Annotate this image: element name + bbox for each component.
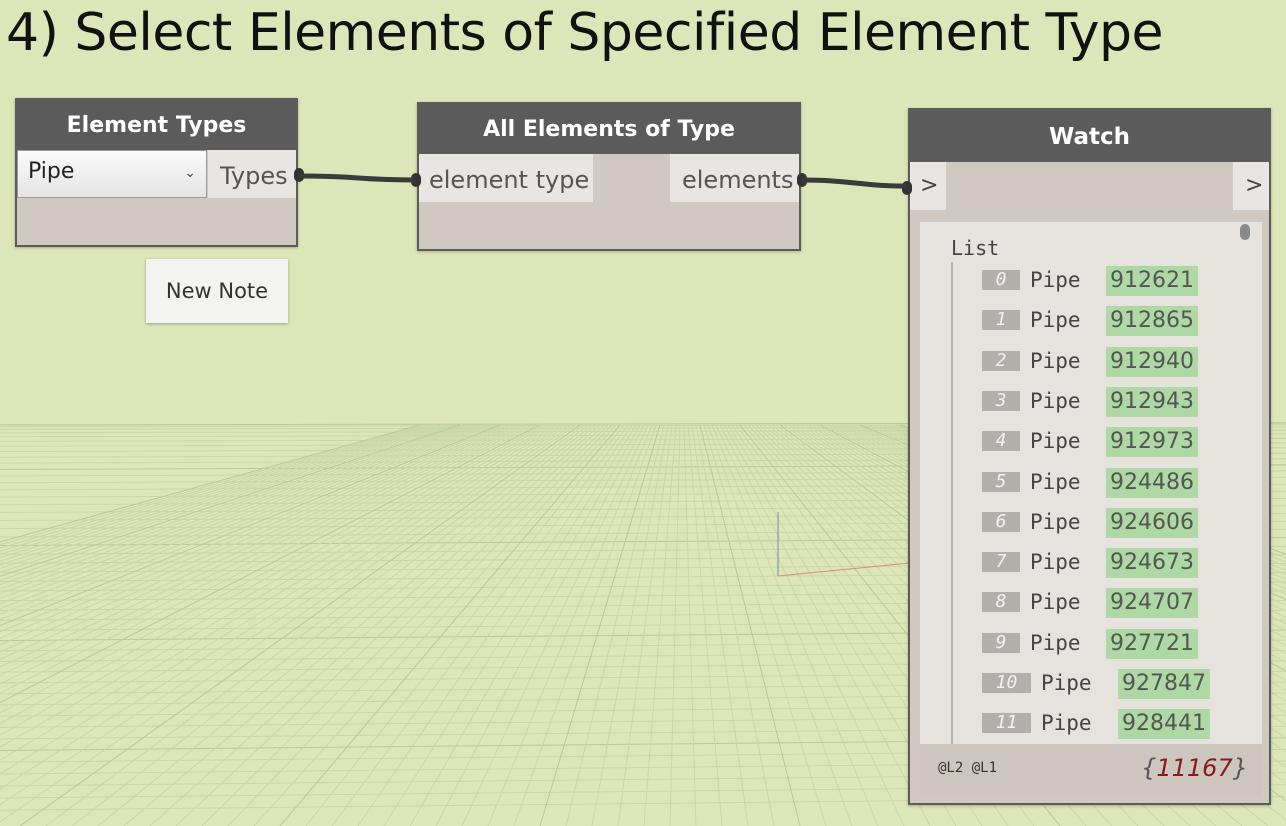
watch-node-header[interactable]: Watch: [910, 110, 1269, 162]
chevron-down-icon: ⌄: [184, 165, 196, 181]
watch-node[interactable]: Watch > > List 0 Pipe 912621 1 Pipe 912865 2 Pi…: [902, 108, 1271, 805]
elements-output-connector[interactable]: [797, 173, 807, 187]
list-item-index: 3: [982, 390, 1020, 411]
element-type-dropdown[interactable]: Pipe ⌄: [17, 150, 207, 198]
list-item-element-id[interactable]: 924673: [1106, 548, 1198, 579]
list-item-index: 1: [982, 310, 1020, 331]
list-item[interactable]: 6 Pipe 924606: [982, 507, 1242, 538]
list-item-type: Pipe: [1030, 590, 1081, 615]
list-item-index: 5: [982, 471, 1020, 492]
all-elements-node-header[interactable]: All Elements of Type: [419, 104, 799, 154]
list-item[interactable]: 2 Pipe 912940: [982, 346, 1242, 377]
list-tree-line: [951, 262, 953, 744]
list-item-index: 9: [982, 632, 1020, 653]
list-item-element-id[interactable]: 928441: [1118, 709, 1210, 740]
list-item-type: Pipe: [1041, 711, 1092, 736]
list-levels-label[interactable]: @L2 @L1: [938, 760, 997, 776]
list-item-element-id[interactable]: 927847: [1118, 669, 1210, 699]
count-value: 11167: [1156, 754, 1233, 782]
list-item[interactable]: 3 Pipe 912943: [982, 386, 1242, 417]
all-elements-of-type-node[interactable]: All Elements of Type element type elemen…: [411, 102, 807, 251]
list-item-index: 7: [982, 552, 1020, 573]
element-types-node[interactable]: Element Types Pipe ⌄ Types: [15, 98, 304, 247]
list-item[interactable]: 4 Pipe 912973: [982, 427, 1242, 458]
list-item-element-id[interactable]: 927721: [1106, 628, 1198, 659]
list-item-element-id[interactable]: 912943: [1106, 386, 1198, 417]
element-type-input-port[interactable]: element type: [419, 154, 593, 202]
list-item-type: Pipe: [1030, 509, 1081, 534]
list-item-type: Pipe: [1030, 429, 1081, 454]
types-output-port[interactable]: Types: [208, 150, 296, 198]
list-item-type: Pipe: [1030, 308, 1081, 333]
list-item-element-id[interactable]: 924606: [1106, 507, 1198, 538]
list-item-index: 4: [982, 431, 1020, 452]
watch-input-connector[interactable]: [902, 181, 912, 195]
list-item[interactable]: 7 Pipe 924673: [982, 548, 1242, 579]
dropdown-selected-value: Pipe: [28, 159, 75, 184]
list-item-element-id[interactable]: 912940: [1106, 346, 1198, 377]
list-item-element-id[interactable]: 912865: [1106, 306, 1198, 337]
watch-footer: @L2 @L1 {11167}: [920, 744, 1262, 796]
count-brace-close: }: [1232, 754, 1248, 782]
list-item-index: 6: [982, 511, 1020, 532]
list-item-index: 2: [982, 350, 1020, 371]
list-item[interactable]: 0 Pipe 912621: [982, 266, 1242, 296]
list-item-element-id[interactable]: 912621: [1106, 266, 1198, 296]
list-item-index: 8: [982, 592, 1020, 613]
list-item-type: Pipe: [1030, 630, 1081, 655]
list-item-index: 11: [982, 713, 1031, 734]
scrollbar-thumb[interactable]: [1240, 224, 1250, 240]
watch-output-panel[interactable]: List 0 Pipe 912621 1 Pipe 912865 2 Pipe 912940 3 P…: [920, 222, 1262, 744]
list-item-index: 0: [982, 270, 1020, 290]
list-item-type: Pipe: [1041, 671, 1092, 695]
list-item-index: 10: [982, 673, 1031, 693]
list-item-element-id[interactable]: 924707: [1106, 588, 1198, 619]
list-item-element-id[interactable]: 912973: [1106, 427, 1198, 458]
watch-output-port[interactable]: >: [1233, 162, 1269, 210]
list-item[interactable]: 11 Pipe 928441: [982, 709, 1242, 740]
list-item[interactable]: 1 Pipe 912865: [982, 306, 1242, 337]
item-count: {11167}: [1141, 754, 1248, 782]
list-item-type: Pipe: [1030, 388, 1081, 413]
list-item[interactable]: 5 Pipe 924486: [982, 467, 1242, 498]
list-item-type: Pipe: [1030, 469, 1081, 494]
list-item[interactable]: 10 Pipe 927847: [982, 669, 1242, 699]
list-item[interactable]: 9 Pipe 927721: [982, 628, 1242, 659]
new-note[interactable]: New Note: [146, 259, 288, 323]
count-brace-open: {: [1141, 754, 1157, 782]
list-item-type: Pipe: [1030, 268, 1081, 292]
types-output-connector[interactable]: [294, 168, 304, 182]
list-item-element-id[interactable]: 924486: [1106, 467, 1198, 498]
list-item[interactable]: 8 Pipe 924707: [982, 588, 1242, 619]
list-item-type: Pipe: [1030, 550, 1081, 575]
page-title: 4) Select Elements of Specified Element …: [6, 3, 1164, 63]
element-type-input-connector[interactable]: [411, 173, 421, 187]
watch-input-port[interactable]: >: [910, 162, 946, 210]
list-label: List: [951, 236, 1000, 260]
elements-output-port[interactable]: elements: [670, 154, 799, 202]
element-types-node-header[interactable]: Element Types: [17, 100, 296, 150]
list-item-type: Pipe: [1030, 348, 1081, 373]
